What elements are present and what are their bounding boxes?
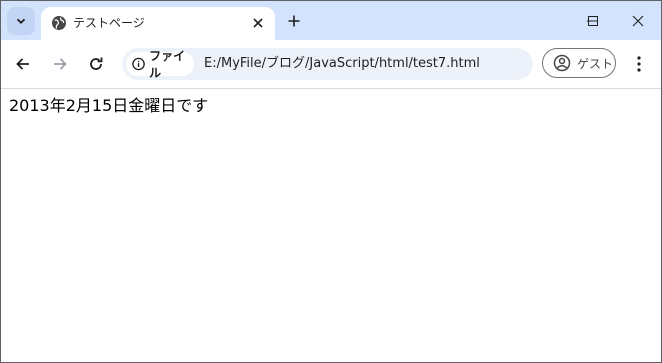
tab-search-button[interactable] [7, 7, 35, 35]
menu-button[interactable] [627, 52, 651, 76]
globe-icon [52, 16, 66, 30]
address-bar[interactable]: ファイル E:/MyFile/ブログ/JavaScript/html/test7… [122, 48, 533, 80]
maximize-icon [588, 15, 598, 26]
window-close-button[interactable] [615, 1, 661, 40]
close-icon [253, 18, 263, 28]
back-button[interactable] [11, 52, 35, 76]
plus-icon [288, 15, 300, 27]
forward-button[interactable] [48, 52, 72, 76]
url-text[interactable]: E:/MyFile/ブログ/JavaScript/html/test7.html [204, 56, 480, 72]
active-tab[interactable]: テストページ [41, 7, 275, 40]
site-info-label: ファイル [149, 49, 186, 80]
tab-close-button[interactable] [249, 14, 267, 32]
tab-strip: テストページ [1, 1, 661, 40]
site-info-chip[interactable]: ファイル [126, 49, 194, 80]
reload-icon [90, 57, 103, 70]
tab-title: テストページ [73, 16, 145, 30]
profile-label: ゲスト [577, 56, 614, 71]
browser-window: テストページ ファイル E:/MyFile/ブログ/JavaScript/htm… [0, 0, 662, 363]
arrow-left-icon [16, 58, 29, 70]
reload-button[interactable] [84, 52, 108, 76]
maximize-button[interactable] [570, 1, 616, 40]
close-icon [632, 15, 644, 26]
toolbar: ファイル E:/MyFile/ブログ/JavaScript/html/test7… [1, 40, 661, 89]
profile-button[interactable]: ゲスト [542, 48, 616, 78]
page-text: 2013年2月15日金曜日です [9, 96, 209, 115]
info-icon [132, 57, 145, 71]
page-content: 2013年2月15日金曜日です [1, 89, 661, 362]
kebab-menu-icon [637, 56, 641, 72]
chevron-down-icon [16, 18, 26, 24]
person-circle-icon [553, 54, 571, 72]
new-tab-button[interactable] [282, 9, 306, 33]
arrow-right-icon [54, 58, 67, 70]
